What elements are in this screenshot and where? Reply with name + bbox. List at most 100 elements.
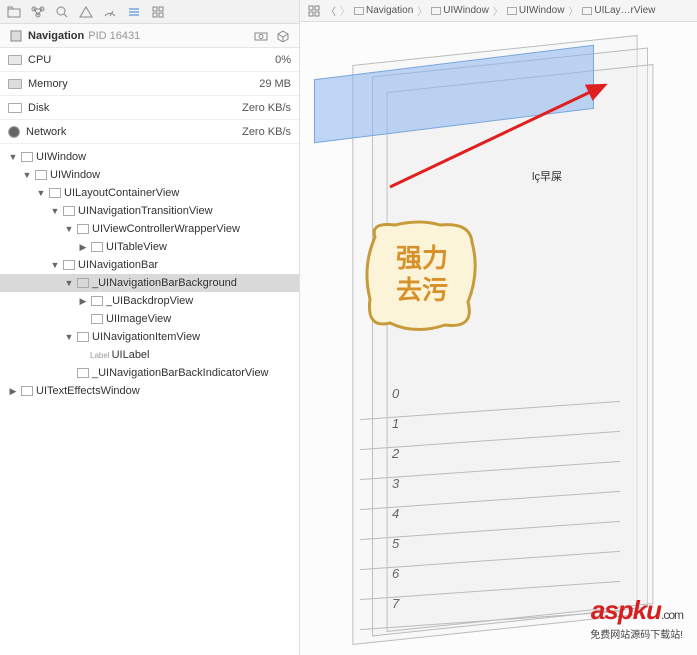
memory-value: 29 MB (259, 78, 291, 90)
left-panel: Navigation PID 16431 CPU 0% Memory 29 MB… (0, 0, 300, 655)
network-value: Zero KB/s (242, 126, 291, 138)
tree-item-label: UIImageView (106, 313, 171, 325)
cpu-value: 0% (275, 54, 291, 66)
disclosure-triangle-icon[interactable]: ▼ (50, 260, 60, 270)
table-row-index: 4 (392, 506, 399, 521)
app-icon (8, 28, 24, 44)
tree-item-label: UINavigationBar (78, 259, 158, 271)
memory-row[interactable]: Memory 29 MB (0, 72, 299, 96)
view-icon (49, 188, 61, 198)
disclosure-triangle-icon[interactable]: ▼ (64, 278, 74, 288)
tree-item-label: UIWindow (36, 151, 86, 163)
tree-item[interactable]: ▼ UINavigationBar (0, 256, 299, 274)
tree-item[interactable]: UIImageView (0, 310, 299, 328)
warning-icon[interactable] (78, 4, 94, 20)
tree-item[interactable]: _UINavigationBarBackIndicatorView (0, 364, 299, 382)
tree-item-label: UITextEffectsWindow (36, 385, 140, 397)
tree-item-label: UIWindow (50, 169, 100, 181)
table-row-index: 3 (392, 476, 399, 491)
disclosure-triangle-icon[interactable]: ▼ (8, 152, 18, 162)
nodes-icon[interactable] (30, 4, 46, 20)
tree-item[interactable]: LabelUILabel (0, 346, 299, 364)
cube-icon[interactable] (275, 28, 291, 44)
disk-row[interactable]: Disk Zero KB/s (0, 96, 299, 120)
disclosure-triangle-icon[interactable]: ▶ (78, 242, 88, 253)
disclosure-triangle-icon[interactable]: ▼ (22, 170, 32, 180)
disclosure-triangle-icon[interactable]: ▼ (64, 332, 74, 342)
view-icon (77, 368, 89, 378)
tree-item-label: UINavigationItemView (92, 331, 200, 343)
tree-item[interactable]: ▼ UIWindow (0, 166, 299, 184)
disclosure-triangle-icon[interactable]: ▼ (64, 224, 74, 234)
svg-text:去污: 去污 (396, 275, 448, 305)
svg-text:强力: 强力 (396, 243, 448, 273)
view-icon (63, 206, 75, 216)
tree-item-label: UINavigationTransitionView (78, 205, 213, 217)
breadcrumb-item[interactable]: Navigation (354, 5, 413, 16)
label-badge: Label (88, 351, 112, 360)
view-icon (21, 152, 33, 162)
tree-item[interactable]: ▼ UIWindow (0, 148, 299, 166)
tree-item-label: UIViewControllerWrapperView (92, 223, 240, 235)
tree-item-label: UILayoutContainerView (64, 187, 179, 199)
tree-item-label: UITableView (106, 241, 167, 253)
tree-item-label: _UINavigationBarBackIndicatorView (92, 367, 269, 379)
view-hierarchy-tree[interactable]: ▼ UIWindow ▼ UIWindow ▼ UILayoutContainerView… (0, 144, 299, 655)
breadcrumb-item[interactable]: UIWindow (507, 5, 565, 16)
search-icon[interactable] (54, 4, 70, 20)
tree-item[interactable]: ▶ UITextEffectsWindow (0, 382, 299, 400)
memory-label: Memory (28, 78, 68, 90)
tree-item[interactable]: ▼ UINavigationTransitionView (0, 202, 299, 220)
view-icon (91, 296, 103, 306)
tree-item[interactable]: ▶_UIBackdropView (0, 292, 299, 310)
camera-icon[interactable] (253, 28, 269, 44)
pid-label: PID 16431 (88, 30, 140, 42)
disclosure-triangle-icon[interactable]: ▼ (50, 206, 60, 216)
breadcrumb-item[interactable]: UIWindow (431, 5, 489, 16)
table-row-index: 6 (392, 566, 399, 581)
table-row-index: 0 (392, 386, 399, 401)
left-toolbar (0, 0, 299, 24)
back-button[interactable]: 〈 (326, 3, 336, 18)
process-header: Navigation PID 16431 (0, 24, 299, 48)
annotation-arrow-navbar (390, 77, 620, 200)
view-icon (63, 260, 75, 270)
content-image: 强力 去污 (360, 217, 490, 340)
tree-item[interactable]: ▼ UIViewControllerWrapperView (0, 220, 299, 238)
view-icon (77, 278, 89, 288)
breadcrumb-bar: 〈 〉 Navigation〉 UIWindow〉 UIWindow〉 UILa… (300, 0, 697, 22)
disclosure-triangle-icon[interactable]: ▶ (78, 296, 88, 307)
memory-icon (8, 79, 22, 89)
view-icon (21, 386, 33, 396)
grid-icon[interactable] (150, 4, 166, 20)
cpu-icon (8, 55, 22, 65)
view-icon (35, 170, 47, 180)
folder-icon[interactable] (6, 4, 22, 20)
cpu-row[interactable]: CPU 0% (0, 48, 299, 72)
view-debugger-canvas[interactable]: lç早屎 强力 去污 01234567 (300, 22, 697, 655)
network-row[interactable]: Network Zero KB/s (0, 120, 299, 144)
right-panel: 〈 〉 Navigation〉 UIWindow〉 UIWindow〉 UILa… (300, 0, 697, 655)
network-icon (8, 126, 20, 138)
disk-label: Disk (28, 102, 49, 114)
nav-title: Navigation (28, 30, 84, 42)
tree-item[interactable]: ▼ UINavigationItemView (0, 328, 299, 346)
gauge-icon[interactable] (102, 4, 118, 20)
tree-item-label: _UINavigationBarBackground (92, 277, 237, 289)
tree-item-label: UILabel (112, 349, 150, 361)
watermark: aspku.com 免费网站源码下载站! (590, 595, 683, 641)
table-row-index: 2 (392, 446, 399, 461)
disclosure-triangle-icon[interactable]: ▼ (36, 188, 46, 198)
table-row-index: 7 (392, 596, 399, 611)
forward-button[interactable]: 〉 (340, 3, 350, 18)
view-icon (91, 314, 103, 324)
disclosure-triangle-icon[interactable]: ▶ (8, 386, 18, 397)
layers-icon[interactable] (126, 4, 142, 20)
tree-item[interactable]: ▼ _UINavigationBarBackground (0, 274, 299, 292)
view-icon (77, 332, 89, 342)
tree-item[interactable]: ▶ UITableView (0, 238, 299, 256)
tree-item[interactable]: ▼ UILayoutContainerView (0, 184, 299, 202)
table-row-index: 5 (392, 536, 399, 551)
breadcrumb-item[interactable]: UILay…rView (582, 5, 655, 16)
related-icon[interactable] (306, 3, 322, 19)
